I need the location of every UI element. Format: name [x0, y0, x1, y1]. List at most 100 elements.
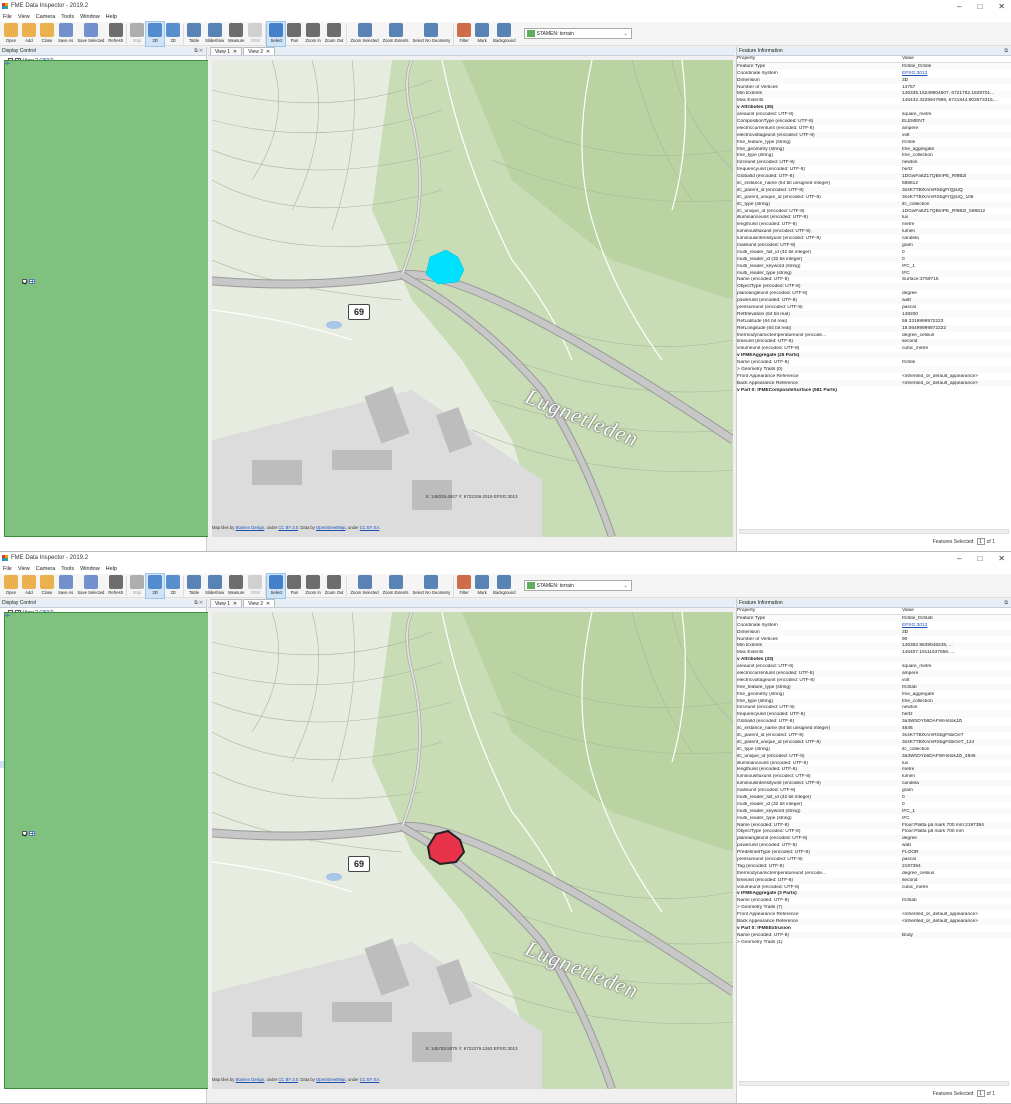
toolbar-refresh-button[interactable]: Refresh	[106, 22, 125, 46]
toolbar-slideshow-button[interactable]: Slideshow	[203, 22, 226, 46]
feature-row[interactable]: ifc_instance_name (64 bit unsigned integ…	[737, 725, 1011, 733]
feature-row[interactable]: multi_reader_full_id (32 bit integer) 0	[737, 249, 1011, 256]
tab-close-icon[interactable]: ✕	[266, 49, 270, 55]
feature-row[interactable]: luminousfluxunit (encoded: UTF-8) lumen	[737, 773, 1011, 780]
feature-row[interactable]: > Geometry Traits (0)	[737, 366, 1011, 373]
toolbar-add-button[interactable]: Add	[20, 22, 38, 46]
horizontal-scrollbar[interactable]	[739, 1081, 1009, 1086]
maximize-button[interactable]: □	[977, 2, 982, 11]
feature-row[interactable]: frequencyunit (encoded: UTF-8) hertz	[737, 711, 1011, 719]
feature-row[interactable]: ifc_parent_id (encoded: UTF-8) 3s4K7TBlXA…	[737, 732, 1011, 739]
feature-row[interactable]: ifc_type (string) ifc_collection	[737, 200, 1011, 208]
toolbar-slideshow-button[interactable]: Slideshow	[203, 574, 226, 598]
toolbar-3d-button[interactable]: 3D	[145, 573, 166, 599]
feature-row[interactable]: ifc_unique_id (encoded: UTF-8) 3a3WhDYb6D…	[737, 752, 1011, 760]
toolbar-zoom-extents-button[interactable]: Zoom Extents	[381, 22, 411, 46]
feature-row[interactable]: multi_reader_id (32 bit integer) 0	[737, 255, 1011, 263]
toolbar-stop-button[interactable]: Stop	[128, 22, 146, 46]
feature-row[interactable]: volumeunit (encoded: UTF-8) cubic_metre	[737, 345, 1011, 352]
feature-row[interactable]: v IFMEAggregate (25 Parts)	[737, 352, 1011, 360]
toolbar-zoom-extents-button[interactable]: Zoom Extents	[381, 574, 411, 598]
feature-row[interactable]: ifc_instance_name (64 bit unsigned integ…	[737, 180, 1011, 187]
panel-float-close-icon[interactable]: ⧉ ✕	[194, 48, 206, 54]
feature-row[interactable]: ifc_type (string) ifc_collection	[737, 746, 1011, 753]
feature-row[interactable]: Number of Vertices 90	[737, 636, 1011, 643]
visibility-checkbox[interactable]	[22, 278, 27, 284]
feature-row[interactable]: timeunit (encoded: UTF-8) second	[737, 338, 1011, 346]
map-canvas[interactable]	[212, 60, 733, 537]
feature-row[interactable]: Back Appearance Reference <inherited_or_d…	[737, 379, 1011, 387]
feature-row[interactable]: fme_type (string) fme_collection	[737, 697, 1011, 705]
feature-row[interactable]: Name (encoded: UTF-8) Body	[737, 931, 1011, 939]
toolbar-table-button[interactable]: Table	[185, 574, 203, 598]
toolbar-measure-button[interactable]: Measure	[226, 574, 246, 598]
features-selected-spinbox[interactable]: 1	[976, 538, 985, 545]
feature-row[interactable]: massunit (encoded: UTF-8) gram	[737, 242, 1011, 249]
toolbar-zoom-in-button[interactable]: Zoom In	[303, 22, 322, 46]
menu-file[interactable]: File	[3, 14, 12, 20]
toolbar-3d-button[interactable]: 3D	[145, 21, 166, 47]
toolbar-3d-button[interactable]: 3D	[164, 574, 182, 598]
tab-close-icon[interactable]: ✕	[233, 49, 237, 55]
feature-row[interactable]: CompositionType (encoded: UTF-8) ELEMENT	[737, 118, 1011, 125]
toolbar-measure-button[interactable]: Measure	[226, 22, 246, 46]
tree-item[interactable]: ⌄STAMEN: terrain [STAMEN]	[0, 60, 525, 537]
menu-view[interactable]: View	[18, 566, 30, 572]
feature-row[interactable]: ObjectType (encoded: UTF-8) Floor:Platta …	[737, 829, 1011, 836]
feature-row[interactable]: planeangleunit (encoded: UTF-8) degree	[737, 290, 1011, 297]
feature-row[interactable]: multi_reader_keyword (string) IFC_1	[737, 263, 1011, 270]
toolbar-filter-button[interactable]: Filter	[455, 22, 473, 46]
toolbar-open-button[interactable]: Open	[2, 22, 20, 46]
toolbar-mark-button[interactable]: Mark	[473, 574, 491, 598]
feature-row[interactable]: thermodynamictemperatureunit (encode... d…	[737, 332, 1011, 339]
menu-view[interactable]: View	[18, 14, 30, 20]
attribution-a[interactable]: Stamen Design	[236, 1077, 265, 1082]
toolbar-orbit-button[interactable]: Orbit	[246, 574, 264, 598]
toolbar-orbit-button[interactable]: Orbit	[246, 22, 264, 46]
feature-row[interactable]: planeangleunit (encoded: UTF-8) degree	[737, 835, 1011, 843]
toolbar-mark-button[interactable]: Mark	[473, 22, 491, 46]
feature-row[interactable]: Dimension 3D	[737, 76, 1011, 84]
features-selected-spinbox[interactable]: 1	[976, 1090, 985, 1097]
toolbar-3d-button[interactable]: 3D	[164, 22, 182, 46]
feature-row[interactable]: v Attributes (33)	[737, 656, 1011, 664]
feature-row[interactable]: multi_reader_full_id (32 bit integer) 0	[737, 794, 1011, 801]
feature-row[interactable]: areaunit (encoded: UTF-8) square_metre	[737, 663, 1011, 670]
toolbar-save-as-button[interactable]: Save As	[56, 22, 75, 46]
panel-float-close-icon[interactable]: ⧉ ✕	[194, 600, 206, 606]
feature-row[interactable]: fme_feature_type (string) IfcSlab	[737, 683, 1011, 691]
background-map-select[interactable]: STAMEN: terrain ⌄	[523, 580, 632, 591]
feature-row[interactable]: fme_type (string) fme_collection	[737, 152, 1011, 159]
feature-row[interactable]: v Attributes (35)	[737, 104, 1011, 112]
attribution-d[interactable]: CC BY SA	[360, 1077, 379, 1082]
toolbar-add-button[interactable]: Add	[20, 574, 38, 598]
feature-row[interactable]: Name (encoded: UTF-8) IfcSlab	[737, 897, 1011, 904]
feature-row[interactable]: multi_reader_keyword (string) IFC_1	[737, 807, 1011, 815]
feature-row[interactable]: Min Extents 145335.15249804607, 6721762.1…	[737, 90, 1011, 98]
tab-close-icon[interactable]: ✕	[266, 601, 270, 607]
feature-row[interactable]: Dimension 3D	[737, 628, 1011, 636]
feature-row[interactable]: multi_reader_type (string) IFC	[737, 815, 1011, 822]
toolbar-zoom-out-button[interactable]: Zoom Out	[323, 22, 346, 46]
toolbar-pan-button[interactable]: Pan	[285, 574, 303, 598]
feature-row[interactable]: powerunit (encoded: UTF-8) watt	[737, 842, 1011, 849]
property-value[interactable]: EPSG:3013	[902, 623, 1011, 628]
feature-row[interactable]: ifc_parent_unique_id (encoded: UTF-8) 3s4…	[737, 194, 1011, 201]
feature-row[interactable]: RefElevation (64 bit real) 148200	[737, 310, 1011, 318]
feature-row[interactable]: areaunit (encoded: UTF-8) square_metre	[737, 111, 1011, 118]
toolbar-zoom-selected-button[interactable]: Zoom Selected	[348, 22, 380, 46]
close-window-button[interactable]: ✕	[998, 2, 1005, 11]
toolbar-zoom-out-button[interactable]: Zoom Out	[323, 574, 346, 598]
feature-row[interactable]: luminousintensityunit (encoded: UTF-8) ca…	[737, 235, 1011, 242]
menu-tools[interactable]: Tools	[61, 566, 74, 572]
menu-window[interactable]: Window	[80, 566, 100, 572]
tab-view-1[interactable]: View 1 ✕	[210, 47, 243, 55]
feature-row[interactable]: Front Appearance Reference <inherited_or_…	[737, 911, 1011, 918]
feature-row[interactable]: Tag (encoded: UTF-8) 2197394	[737, 862, 1011, 870]
feature-row[interactable]: Min Extents 145362.9639048248, ...	[737, 642, 1011, 650]
feature-row[interactable]: Name (encoded: UTF-8) Surface:3759715	[737, 277, 1011, 284]
feature-row[interactable]: massunit (encoded: UTF-8) gram	[737, 787, 1011, 794]
minimize-button[interactable]: –	[957, 554, 961, 563]
feature-row[interactable]: volumeunit (encoded: UTF-8) cubic_metre	[737, 884, 1011, 891]
attribution-a[interactable]: Stamen Design	[236, 525, 265, 530]
